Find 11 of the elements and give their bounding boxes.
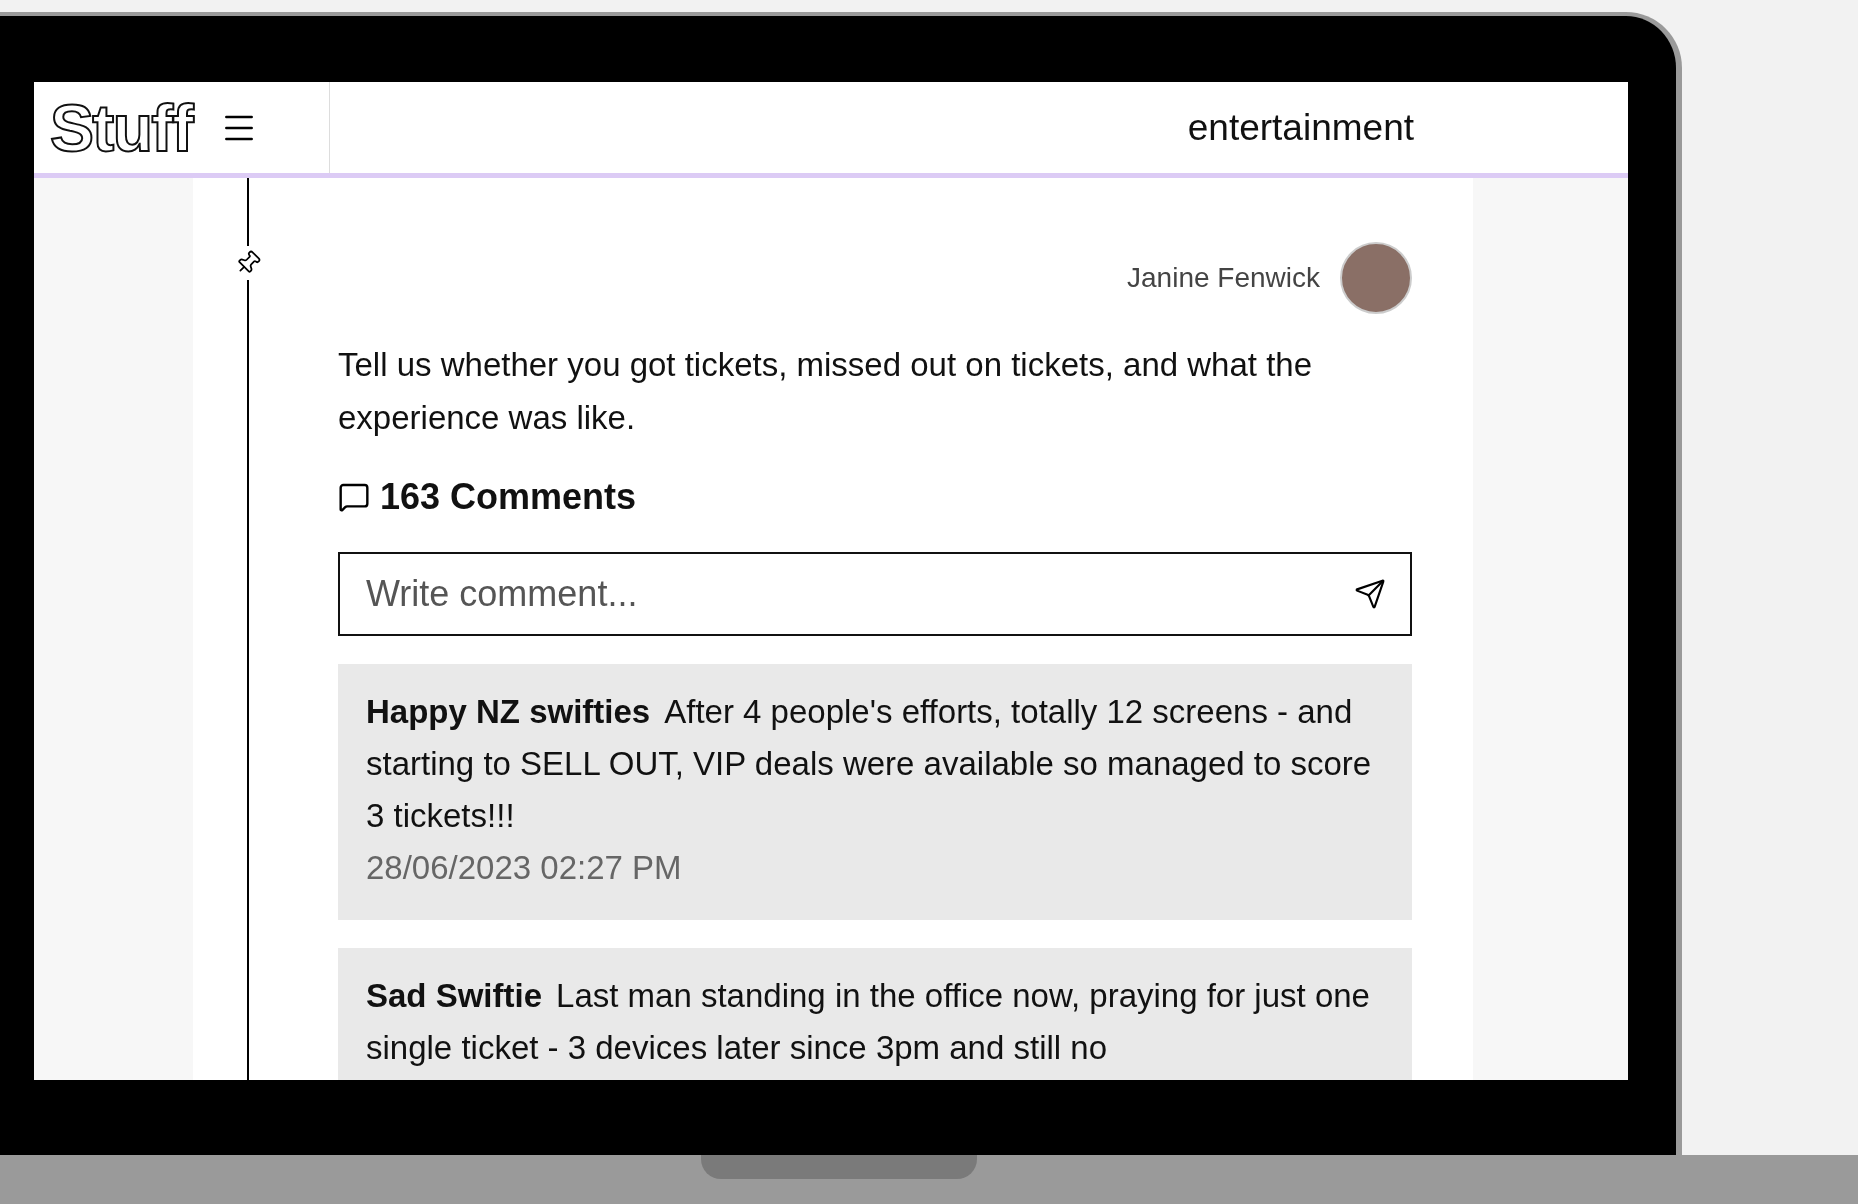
comments-count: 163 Comments <box>380 475 637 519</box>
logo[interactable]: Stuff <box>50 94 193 161</box>
send-icon[interactable] <box>1354 578 1386 610</box>
comment-icon <box>338 481 370 513</box>
comment-text: Happy NZ swifties After 4 people's efforts, totally 12 screens - and starting to SELL OUT, VIP deals were available so managed to score 3 tickets!!! <box>366 692 1373 836</box>
author-name: Janine Fenwick <box>1127 261 1320 295</box>
section-title: entertainment <box>1187 105 1414 150</box>
comment-input[interactable]: Write comment... <box>338 552 1412 636</box>
comment-text: Sad Swiftie Last man standing in the office now, praying for just one single ticket - 3 devices later since 3pm and still no <box>366 976 1371 1068</box>
post-text: Tell us whether you got tickets, missed out on tickets, and what the experience was like. <box>338 345 1313 438</box>
comment-time: 28/06/2023 02:27 PM <box>366 848 683 888</box>
